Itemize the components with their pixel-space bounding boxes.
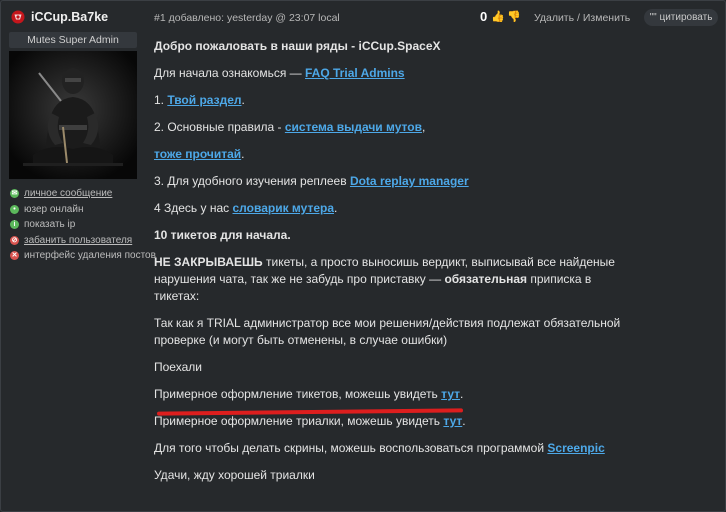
- rating-value: 0: [480, 9, 488, 24]
- action-ban-user[interactable]: ⊘ забанить пользователя: [10, 233, 156, 249]
- message-icon: ✉: [10, 189, 19, 199]
- post-rating: 0 👍 👎: [480, 9, 523, 24]
- item-2b: тоже прочитай.: [154, 147, 245, 161]
- ip-icon: i: [10, 220, 19, 230]
- user-actions: ✉ личное сообщение • юзер онлайн i показ…: [10, 186, 156, 264]
- item-1: 1. Твой раздел.: [154, 93, 245, 107]
- delete-link[interactable]: Удалить: [534, 12, 574, 24]
- avatar[interactable]: [9, 51, 137, 179]
- ban-icon: ⊘: [10, 235, 19, 245]
- greeting-line: Добро пожаловать в наши ряды - iCCup.Spa…: [154, 39, 441, 53]
- example-tickets-line: Примерное оформление тикетов, можешь уви…: [154, 387, 464, 401]
- example-trial-line: Примерное оформление триалки, можешь уви…: [154, 414, 466, 428]
- tickets-line: 10 тикетов для начала.: [154, 228, 291, 242]
- thumbs-down-icon[interactable]: 👎: [507, 10, 521, 23]
- farewell-line: Удачи, жду хорошей триалки: [154, 468, 315, 482]
- replay-manager-link[interactable]: Dota replay manager: [350, 174, 469, 188]
- clan-logo-icon: [11, 10, 25, 24]
- go-line: Поехали: [154, 360, 202, 374]
- action-show-ip[interactable]: i показать ip: [10, 217, 156, 233]
- example-trial-link[interactable]: тут: [443, 414, 462, 428]
- rules-paragraph: НЕ ЗАКРЫВАЕШЬ тикеты, а просто выносишь …: [154, 255, 615, 303]
- delete-icon: ✕: [10, 251, 19, 261]
- muter-dictionary-link[interactable]: словарик мутера: [233, 201, 335, 215]
- edit-links: Удалить / Изменить: [534, 12, 630, 24]
- intro-line: Для начала ознакомься — FAQ Trial Admins: [154, 66, 405, 80]
- online-icon: •: [10, 204, 19, 214]
- screens-line: Для того чтобы делать скрины, можешь вос…: [154, 441, 605, 455]
- faq-link[interactable]: FAQ Trial Admins: [305, 66, 405, 80]
- action-user-online: • юзер онлайн: [10, 202, 156, 218]
- item-3: 3. Для удобного изучения реплеев Dota re…: [154, 174, 469, 188]
- action-private-message[interactable]: ✉ личное сообщение: [10, 186, 156, 202]
- your-section-link[interactable]: Твой раздел: [167, 93, 241, 107]
- edit-link[interactable]: Изменить: [583, 12, 630, 24]
- edit-separator: /: [577, 12, 580, 24]
- post-content: Добро пожаловать в наши ряды - iCCup.Spa…: [154, 32, 624, 484]
- item-4: 4 Здесь у нас словарик мутера.: [154, 201, 338, 215]
- author-header: iCCup.Ba7ke: [11, 10, 108, 24]
- action-delete-posts[interactable]: ✕ интерфейс удаления постов: [10, 248, 156, 264]
- screenpic-link[interactable]: Screenpic: [547, 441, 604, 455]
- post-meta: #1 добавлено: yesterday @ 23:07 local: [154, 12, 340, 24]
- thumbs-up-icon[interactable]: 👍: [491, 10, 505, 23]
- mute-system-link[interactable]: система выдачи мутов: [285, 120, 422, 134]
- also-read-link[interactable]: тоже прочитай: [154, 147, 241, 161]
- example-tickets-link[interactable]: тут: [441, 387, 460, 401]
- role-badge: Mutes Super Admin: [9, 32, 137, 48]
- item-2: 2. Основные правила - система выдачи мут…: [154, 120, 426, 134]
- ninja-avatar-image: [9, 51, 137, 179]
- trial-note: Так как я TRIAL администратор все мои ре…: [154, 316, 621, 347]
- author-name[interactable]: iCCup.Ba7ke: [31, 10, 108, 24]
- forum-post: iCCup.Ba7ke Mutes Super Admin ✉ личное с…: [0, 0, 726, 512]
- quote-icon: "": [649, 12, 657, 23]
- quote-label: цитировать: [659, 12, 713, 23]
- quote-button[interactable]: "" цитировать: [644, 9, 718, 26]
